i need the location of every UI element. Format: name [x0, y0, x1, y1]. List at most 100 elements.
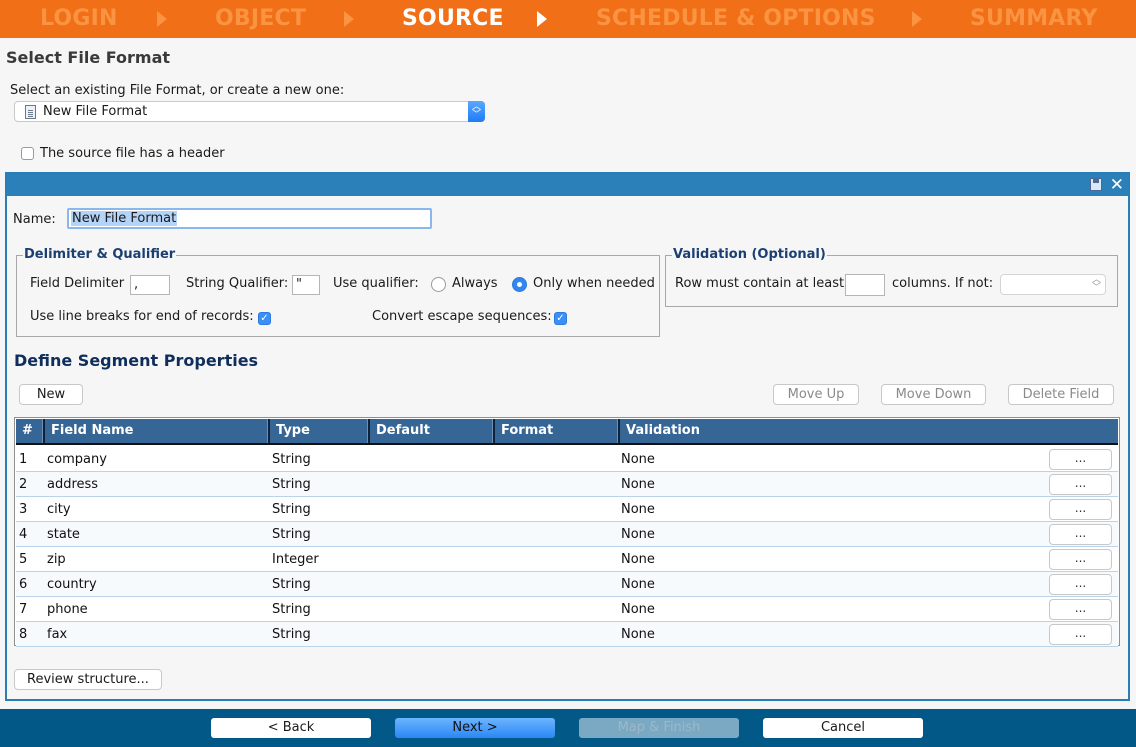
cell-field-name: city	[47, 502, 71, 517]
new-field-button[interactable]: New	[19, 384, 83, 405]
escape-sequences-checkbox[interactable]: ✓	[554, 312, 567, 325]
delete-field-button[interactable]: Delete Field	[1008, 384, 1114, 405]
name-input-value: New File Format	[71, 211, 178, 226]
table-row[interactable]: 6 country String None...	[16, 572, 1118, 597]
section-title: Select File Format	[6, 48, 171, 67]
if-not-select[interactable]: ︿ ﹀	[1000, 274, 1106, 295]
cell-number: 7	[19, 602, 28, 617]
wizard-step-schedule-options: SCHEDULE & OPTIONS	[596, 6, 876, 31]
name-input[interactable]: New File Format	[67, 208, 432, 229]
radio-always[interactable]	[431, 277, 446, 292]
row-min-label: Row must contain at least	[675, 276, 845, 291]
wizard-step-login: LOGIN	[40, 6, 118, 31]
row-edit-button[interactable]: ...	[1049, 624, 1112, 645]
table-row[interactable]: 2 address String None...	[16, 472, 1118, 497]
cell-validation: None	[621, 577, 655, 592]
wizard-steps-bar: LOGIN OBJECT SOURCE SCHEDULE & OPTIONS S…	[0, 0, 1136, 38]
delimiter-group-title: Delimiter & Qualifier	[23, 247, 177, 262]
step-arrow-icon	[157, 11, 167, 27]
cell-number: 6	[19, 577, 28, 592]
cell-field-name: phone	[47, 602, 88, 617]
column-header-validation[interactable]: Validation	[618, 419, 1118, 443]
cell-validation: None	[621, 602, 655, 617]
row-edit-button[interactable]: ...	[1049, 599, 1112, 620]
close-icon[interactable]: ✕	[1110, 174, 1124, 196]
file-format-panel: ✕ Name: New File Format Delimiter & Qual…	[5, 172, 1130, 701]
radio-only-when-needed-label: Only when needed	[533, 276, 655, 291]
cell-field-name: country	[47, 577, 97, 592]
row-edit-button[interactable]: ...	[1049, 474, 1112, 495]
move-up-button[interactable]: Move Up	[773, 384, 859, 405]
radio-always-label: Always	[452, 276, 498, 291]
row-min-columns-input[interactable]	[845, 274, 885, 296]
table-row[interactable]: 8 fax String None...	[16, 622, 1118, 647]
file-format-selected-value: New File Format	[43, 104, 148, 119]
cell-field-name: fax	[47, 627, 68, 642]
string-qualifier-input[interactable]: "	[292, 275, 320, 295]
escape-sequences-label: Convert escape sequences:	[372, 309, 552, 324]
cell-field-name: address	[47, 477, 99, 492]
cell-number: 5	[19, 552, 28, 567]
if-not-label: columns. If not:	[892, 276, 994, 291]
validation-group: Validation (Optional) Row must contain a…	[665, 247, 1118, 307]
line-breaks-label: Use line breaks for end of records:	[30, 309, 254, 324]
cell-number: 4	[19, 527, 28, 542]
move-down-button[interactable]: Move Down	[881, 384, 986, 405]
chevron-updown-icon: ︿ ﹀	[468, 101, 485, 122]
cell-number: 1	[19, 452, 28, 467]
cell-type: String	[272, 602, 311, 617]
row-edit-button[interactable]: ...	[1049, 499, 1112, 520]
delimiter-qualifier-group: Delimiter & Qualifier Field Delimiter , …	[16, 247, 660, 337]
table-header: # Field Name Type Default Format Validat…	[16, 419, 1118, 445]
row-edit-button[interactable]: ...	[1049, 524, 1112, 545]
wizard-step-object: OBJECT	[215, 6, 307, 31]
use-qualifier-label: Use qualifier:	[333, 276, 419, 291]
field-delimiter-input[interactable]: ,	[130, 275, 170, 295]
back-button[interactable]: < Back	[211, 718, 371, 738]
column-header-field-name[interactable]: Field Name	[43, 419, 268, 443]
segment-fields-table: # Field Name Type Default Format Validat…	[14, 417, 1120, 647]
validation-group-title: Validation (Optional)	[672, 247, 827, 262]
column-header-format[interactable]: Format	[493, 419, 618, 443]
next-button[interactable]: Next >	[395, 718, 555, 738]
footer-bar: < Back Next > Map & Finish Cancel	[0, 709, 1136, 747]
table-row[interactable]: 5 zip Integer None...	[16, 547, 1118, 572]
radio-only-when-needed[interactable]	[512, 277, 527, 292]
column-header-default[interactable]: Default	[368, 419, 493, 443]
segment-title: Define Segment Properties	[14, 351, 259, 370]
select-format-label: Select an existing File Format, or creat…	[10, 83, 345, 98]
name-label: Name:	[13, 212, 56, 227]
table-row[interactable]: 3 city String None...	[16, 497, 1118, 522]
header-checkbox[interactable]	[21, 147, 34, 160]
review-structure-button[interactable]: Review structure...	[14, 669, 162, 690]
table-row[interactable]: 4 state String None...	[16, 522, 1118, 547]
cell-validation: None	[621, 552, 655, 567]
column-header-type[interactable]: Type	[268, 419, 368, 443]
row-edit-button[interactable]: ...	[1049, 549, 1112, 570]
cancel-button[interactable]: Cancel	[763, 718, 923, 738]
cell-type: String	[272, 527, 311, 542]
document-icon	[25, 105, 36, 119]
row-edit-button[interactable]: ...	[1049, 449, 1112, 470]
step-arrow-icon	[537, 11, 547, 27]
save-icon[interactable]	[1090, 178, 1102, 191]
table-row[interactable]: 1 company String None...	[16, 447, 1118, 472]
panel-header: ✕	[7, 174, 1128, 196]
cell-number: 8	[19, 627, 28, 642]
table-row[interactable]: 7 phone String None...	[16, 597, 1118, 622]
cell-type: String	[272, 627, 311, 642]
step-arrow-icon	[912, 11, 922, 27]
field-delimiter-label: Field Delimiter	[30, 276, 125, 291]
cell-field-name: company	[47, 452, 107, 467]
string-qualifier-label: String Qualifier:	[186, 276, 289, 291]
cell-type: Integer	[272, 552, 319, 567]
cell-validation: None	[621, 627, 655, 642]
column-header-number[interactable]: #	[16, 419, 43, 443]
file-format-select[interactable]: New File Format ︿ ﹀	[14, 101, 485, 122]
cell-type: String	[272, 502, 311, 517]
cell-validation: None	[621, 452, 655, 467]
line-breaks-checkbox[interactable]: ✓	[258, 312, 271, 325]
row-edit-button[interactable]: ...	[1049, 574, 1112, 595]
step-arrow-icon	[344, 11, 354, 27]
map-finish-button[interactable]: Map & Finish	[579, 718, 739, 738]
